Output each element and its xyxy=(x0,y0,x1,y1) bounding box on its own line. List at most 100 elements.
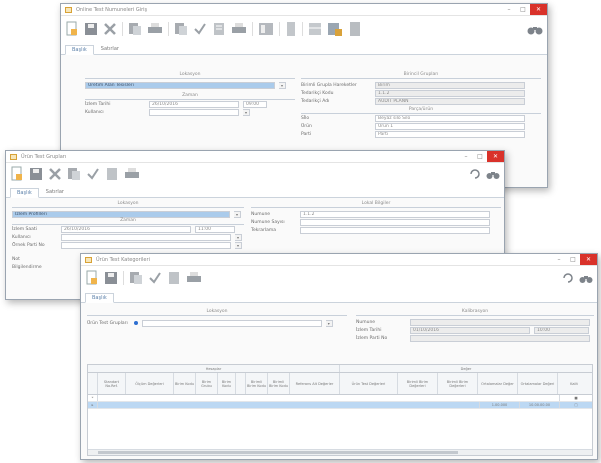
dropdown-icon[interactable]: ▾ xyxy=(243,108,250,116)
location-field[interactable]: Üretim Alan Tesisleri xyxy=(85,81,275,89)
location-field[interactable]: İzlem Profilleri xyxy=(12,210,230,218)
copy-icon[interactable] xyxy=(128,21,142,37)
supplier-name-field[interactable]: AUDIT PLANN xyxy=(375,97,525,105)
save-icon[interactable] xyxy=(104,270,118,286)
print-icon[interactable] xyxy=(124,166,140,182)
copy-icon[interactable] xyxy=(67,166,81,182)
batch-field[interactable] xyxy=(61,241,231,249)
table-cell[interactable]: 10.00.00.00 xyxy=(520,402,560,408)
delete-icon[interactable] xyxy=(48,166,62,182)
new-doc-icon[interactable] xyxy=(65,21,79,37)
tab-header[interactable]: Başlık xyxy=(85,293,114,303)
view-icon[interactable] xyxy=(285,21,297,37)
silo-field[interactable]: Beyaz silo Silo xyxy=(375,114,525,122)
close-button[interactable]: ✕ xyxy=(530,4,547,15)
title-bar[interactable]: Ürün Test Kategorileri – □ ✕ xyxy=(81,254,597,266)
binoculars-icon[interactable] xyxy=(579,272,593,284)
table-row[interactable]: ▸ 1.00.000 10.00.00.00 □ xyxy=(88,402,592,409)
date-field[interactable]: 26/10/2016 xyxy=(61,225,191,233)
dropdown-icon[interactable]: ▾ xyxy=(235,241,242,249)
copy-icon[interactable] xyxy=(174,21,188,37)
time-field[interactable]: 11:00 xyxy=(195,225,235,233)
column-header[interactable]: Kalit xyxy=(558,373,590,394)
new-doc-icon[interactable] xyxy=(85,270,99,286)
sample-field[interactable]: 1.1.2 xyxy=(300,210,490,218)
binoculars-icon[interactable] xyxy=(486,168,500,180)
dropdown-icon[interactable]: ▾ xyxy=(325,319,333,327)
column-header[interactable]: Birim Kodu xyxy=(174,373,196,394)
dropdown-icon[interactable]: ▾ xyxy=(234,210,241,218)
sample-field[interactable] xyxy=(410,318,590,326)
new-doc-icon[interactable] xyxy=(10,166,24,182)
print-icon[interactable] xyxy=(186,270,202,286)
binoculars-icon[interactable] xyxy=(527,22,543,36)
date-field[interactable]: 26/10/2016 xyxy=(149,100,239,108)
dropdown-icon[interactable]: ▾ xyxy=(279,81,286,89)
supplier-code-field[interactable]: 1.1.2 xyxy=(375,89,525,97)
sample-count-field[interactable] xyxy=(300,218,490,226)
tab-header[interactable]: Başlık xyxy=(10,188,39,198)
print-icon[interactable] xyxy=(147,21,163,37)
export-icon[interactable] xyxy=(327,21,343,37)
table-cell[interactable] xyxy=(98,402,480,408)
list-icon[interactable] xyxy=(105,166,119,182)
user-field[interactable] xyxy=(149,108,239,116)
maximize-button[interactable]: □ xyxy=(473,151,487,162)
checkbox-icon[interactable]: ■ xyxy=(560,395,592,401)
print-icon[interactable] xyxy=(231,21,247,37)
column-header[interactable]: Birimli Birim Kodu xyxy=(268,373,290,394)
column-header[interactable]: Referans Alt Değerler xyxy=(290,373,340,394)
copy-icon[interactable] xyxy=(129,270,143,286)
doc-icon[interactable] xyxy=(348,21,362,37)
column-header[interactable]: Birimli Birim Değerleri xyxy=(438,373,478,394)
column-header[interactable] xyxy=(236,373,246,394)
column-header[interactable]: Birimli Birim Değerleri xyxy=(398,373,438,394)
column-header[interactable]: Birim Kodu xyxy=(218,373,236,394)
tab-header[interactable]: Başlık xyxy=(65,45,94,55)
batch-field[interactable]: Parti xyxy=(375,130,525,138)
product-field[interactable]: Ürün 1 xyxy=(375,122,525,130)
refresh-icon[interactable] xyxy=(562,272,574,284)
layout-icon[interactable] xyxy=(258,21,274,37)
tab-lines[interactable]: Satırlar xyxy=(39,187,71,197)
title-bar[interactable]: Online Test Numuneleri Giriş – □ ✕ xyxy=(61,4,547,16)
repeat-field[interactable] xyxy=(300,226,490,234)
close-button[interactable]: ✕ xyxy=(580,254,597,265)
save-icon[interactable] xyxy=(29,166,43,182)
list-icon[interactable] xyxy=(212,21,226,37)
user-field[interactable] xyxy=(61,233,231,241)
maximize-button[interactable]: □ xyxy=(516,4,530,15)
minimize-button[interactable]: – xyxy=(502,4,516,15)
save-icon[interactable] xyxy=(84,21,98,37)
checkbox-icon[interactable]: □ xyxy=(560,402,592,408)
dropdown-icon[interactable]: ▾ xyxy=(235,233,242,241)
close-button[interactable]: ✕ xyxy=(487,151,504,162)
column-header[interactable]: Ölçüm Değerleri xyxy=(126,373,174,394)
delete-icon[interactable] xyxy=(103,21,117,37)
minimize-button[interactable]: – xyxy=(552,254,566,265)
check-icon[interactable] xyxy=(193,21,207,37)
column-header[interactable]: Ortalamalar Değeri xyxy=(518,373,558,394)
title-bar[interactable]: Ürün Test Grupları – □ ✕ xyxy=(6,151,504,163)
batch-field[interactable] xyxy=(410,334,590,342)
table-cell[interactable]: 1.00.000 xyxy=(480,402,520,408)
time-field[interactable]: 10:00 xyxy=(534,326,589,334)
date-field[interactable]: 01/10/2016 xyxy=(410,326,530,334)
check-icon[interactable] xyxy=(86,166,100,182)
maximize-button[interactable]: □ xyxy=(566,254,580,265)
scroll-thumb[interactable] xyxy=(98,451,458,454)
table-row[interactable]: * ■ xyxy=(88,395,592,402)
minimize-button[interactable]: – xyxy=(459,151,473,162)
refresh-icon[interactable] xyxy=(469,168,481,180)
column-header[interactable]: Birimli Birim Kodu xyxy=(246,373,268,394)
grid-scrollbar[interactable] xyxy=(88,449,592,455)
column-header[interactable]: Birim Grubu xyxy=(196,373,218,394)
column-header[interactable]: Standart No.Ref. xyxy=(98,373,126,394)
test-group-field[interactable] xyxy=(141,319,322,327)
check-icon[interactable] xyxy=(148,270,162,286)
column-header[interactable]: Ortalamalar Değer xyxy=(478,373,518,394)
movement-field[interactable]: Birim xyxy=(375,81,525,89)
tab-lines[interactable]: Satırlar xyxy=(94,44,126,54)
time-field[interactable]: 09:00 xyxy=(243,100,267,108)
list-icon[interactable] xyxy=(167,270,181,286)
